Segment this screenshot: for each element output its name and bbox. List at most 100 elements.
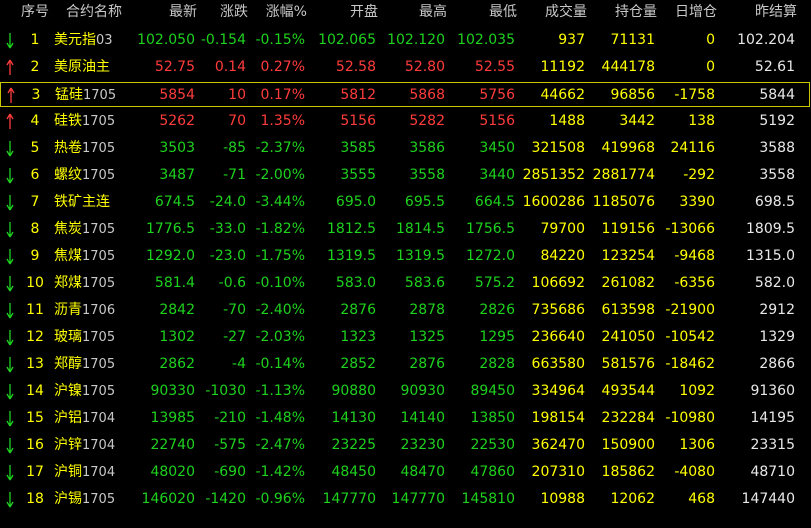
high-price: 52.80 [404, 59, 445, 75]
oi-change: 0 [706, 32, 715, 48]
arrow-down-icon [6, 438, 14, 454]
table-row[interactable]: 3 锰硅1705 5854 10 0.17% 5812 5868 5756 44662 96856… [0, 82, 810, 107]
contract-name: 铁矿主连 [54, 190, 128, 215]
volume: 1600286 [522, 194, 585, 210]
prev-settle: 52.61 [754, 59, 795, 75]
prev-settle: 3558 [759, 167, 795, 183]
high-price: 1319.5 [396, 248, 445, 264]
open-interest: 123254 [601, 248, 655, 264]
open-interest: 96856 [610, 87, 655, 103]
row-index: 3 [31, 87, 41, 103]
low-price: 52.55 [474, 59, 515, 75]
contract-name-text: 焦炭 [54, 221, 82, 237]
last-price: 674.5 [154, 194, 195, 210]
row-index: 10 [26, 275, 44, 291]
table-row[interactable]: 16 沪锌1704 22740 -575 -2.47% 23225 23230 22530 36… [0, 433, 809, 458]
table-row[interactable]: 9 焦煤1705 1292.0 -23.0 -1.75% 1319.5 1319.5 1272… [0, 244, 809, 269]
table-row[interactable]: 2 美原油主 52.75 0.14 0.27% 52.58 52.80 52.55 11192 4… [0, 55, 809, 80]
volume: 207310 [531, 464, 585, 480]
oi-change: -6356 [674, 275, 715, 291]
row-index: 6 [30, 167, 40, 183]
change: -71 [223, 167, 246, 183]
contract-name: 郑煤1705 [54, 271, 128, 296]
change-percent: -0.10% [255, 275, 305, 291]
table-row[interactable]: 1 美元指03 102.050 -0.154 -0.15% 102.065 102.120 1… [0, 28, 809, 53]
high-price: 90930 [400, 383, 445, 399]
prev-settle: 14195 [750, 410, 795, 426]
low-price: 3450 [479, 140, 515, 156]
low-price: 145810 [461, 491, 515, 507]
contract-name: 沪镍1705 [54, 379, 128, 404]
high-price: 48470 [400, 464, 445, 480]
change: -23.0 [209, 248, 246, 264]
arrow-down-icon [6, 330, 14, 346]
table-row[interactable]: 5 热卷1705 3503 -85 -2.37% 3585 3586 3450 321508 41… [0, 136, 809, 161]
volume: 2851352 [522, 167, 585, 183]
contract-name: 螺纹1705 [54, 163, 128, 188]
last-price: 1302 [159, 329, 195, 345]
table-row[interactable]: 8 焦炭1705 1776.5 -33.0 -1.82% 1812.5 1814.5 1756… [0, 217, 809, 242]
last-price: 90330 [150, 383, 195, 399]
header-last[interactable]: 最新 [169, 0, 197, 26]
change: -33.0 [209, 221, 246, 237]
last-price: 5854 [159, 87, 195, 103]
change-percent: -2.03% [255, 329, 305, 345]
header-change[interactable]: 涨跌 [220, 0, 248, 26]
open-interest: 119156 [601, 221, 655, 237]
header-index[interactable]: 序号 [20, 0, 50, 26]
open-price: 52.58 [335, 59, 376, 75]
change: 70 [228, 113, 246, 129]
table-row[interactable]: 11 沥青1706 2842 -70 -2.40% 2876 2878 2826 735686 6… [0, 298, 809, 323]
open-interest: 232284 [601, 410, 655, 426]
change-percent: -0.14% [255, 356, 305, 372]
header-high[interactable]: 最高 [419, 0, 447, 26]
contract-code: 1705 [82, 114, 116, 129]
last-price: 2862 [159, 356, 195, 372]
high-price: 2878 [409, 302, 445, 318]
table-row[interactable]: 6 螺纹1705 3487 -71 -2.00% 3555 3558 3440 2851352 2… [0, 163, 809, 188]
change: -0.6 [218, 275, 246, 291]
contract-name-text: 螺纹 [54, 167, 82, 183]
header-open-interest[interactable]: 持仓量 [615, 0, 657, 26]
change-percent: 1.35% [260, 113, 305, 129]
header-prev-settle[interactable]: 昨结算 [755, 0, 797, 26]
change: 10 [228, 87, 246, 103]
open-interest: 581576 [601, 356, 655, 372]
arrow-down-icon [6, 303, 14, 319]
table-row[interactable]: 7 铁矿主连 674.5 -24.0 -3.44% 695.0 695.5 664.5 1600… [0, 190, 809, 215]
table-row[interactable]: 12 玻璃1705 1302 -27 -2.03% 1323 1325 1295 236640 2… [0, 325, 809, 350]
header-low[interactable]: 最低 [489, 0, 517, 26]
low-price: 1295 [479, 329, 515, 345]
last-price: 2842 [159, 302, 195, 318]
change: -85 [223, 140, 246, 156]
arrow-up-icon [6, 113, 14, 129]
table-row[interactable]: 17 沪铜1704 48020 -690 -1.42% 48450 48470 47860 20… [0, 460, 809, 485]
volume: 79700 [540, 221, 585, 237]
contract-name-text: 美元指 [54, 32, 96, 48]
table-row[interactable]: 14 沪镍1705 90330 -1030 -1.13% 90880 90930 89450 3… [0, 379, 809, 404]
arrow-down-icon [6, 492, 14, 508]
contract-code: 1705 [82, 249, 116, 264]
volume: 10988 [540, 491, 585, 507]
header-volume[interactable]: 成交量 [545, 0, 587, 26]
header-percent[interactable]: 涨幅% [266, 0, 307, 26]
change: -27 [223, 329, 246, 345]
low-price: 5156 [479, 113, 515, 129]
low-price: 2826 [479, 302, 515, 318]
high-price: 5282 [409, 113, 445, 129]
open-interest: 419968 [601, 140, 655, 156]
table-row[interactable]: 10 郑煤1705 581.4 -0.6 -0.10% 583.0 583.6 575.2 10… [0, 271, 809, 296]
header-open[interactable]: 开盘 [350, 0, 378, 26]
header-name[interactable]: 合约名称 [66, 0, 140, 26]
table-row[interactable]: 13 郑醇1705 2862 -4 -0.14% 2852 2876 2828 663580 58… [0, 352, 809, 377]
low-price: 5756 [479, 87, 515, 103]
change-percent: -1.42% [255, 464, 305, 480]
volume: 735686 [531, 302, 585, 318]
header-oi-change[interactable]: 日增仓 [675, 0, 717, 26]
table-row[interactable]: 15 沪铝1704 13985 -210 -1.48% 14130 14140 13850 19… [0, 406, 809, 431]
change-percent: -1.75% [255, 248, 305, 264]
table-row[interactable]: 18 沪锡1705 146020 -1420 -0.96% 147770 147770 145… [0, 487, 809, 512]
table-row[interactable]: 4 硅铁1705 5262 70 1.35% 5156 5282 5156 1488 3442 13… [0, 109, 809, 134]
oi-change: -292 [683, 167, 715, 183]
contract-name: 沪锌1704 [54, 433, 128, 458]
